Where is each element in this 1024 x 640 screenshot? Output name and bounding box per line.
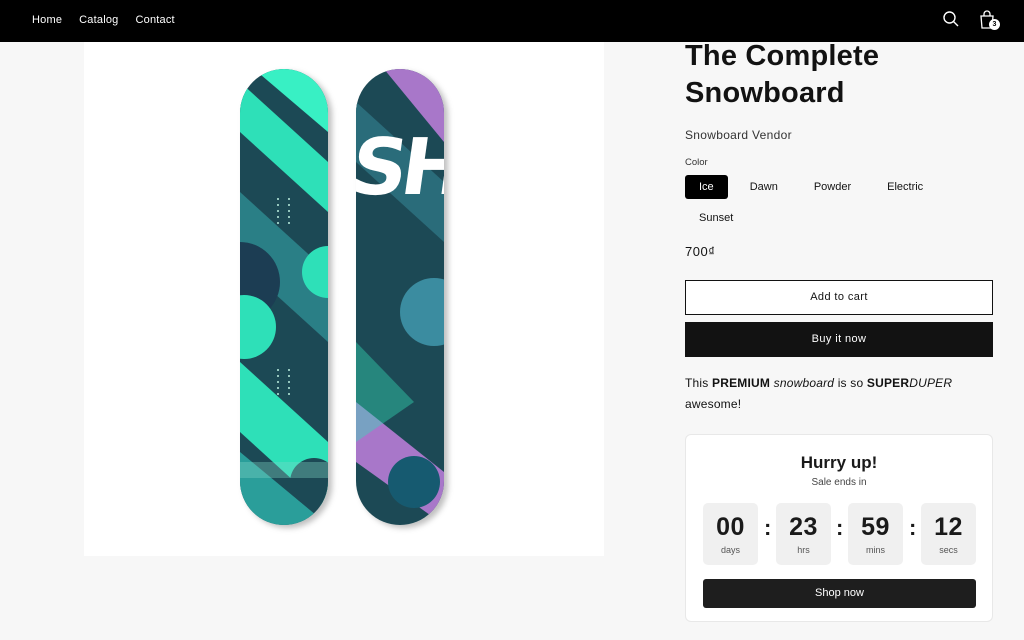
color-options: Ice Dawn Powder Electric Sunset (685, 175, 993, 237)
countdown-subtitle: Sale ends in (811, 477, 867, 488)
product-price: 700₫ (685, 244, 716, 259)
color-option-dawn[interactable]: Dawn (736, 175, 792, 199)
color-option-ice[interactable]: Ice (685, 175, 728, 199)
countdown-title: Hurry up! (800, 453, 878, 472)
countdown-days: 00 days (703, 503, 758, 565)
countdown-timer: 00 days : 23 hrs : 59 mins : 12 secs (703, 503, 976, 565)
buy-now-button[interactable]: Buy it now (685, 322, 993, 357)
countdown-seconds: 12 secs (921, 503, 976, 565)
board-brand-text: SHOPIFY (345, 122, 604, 213)
nav-link-catalog[interactable]: Catalog (79, 14, 118, 26)
product-vendor: Snowboard Vendor (685, 128, 792, 142)
add-to-cart-button[interactable]: Add to cart (685, 280, 993, 315)
cart-count-badge: 3 (989, 19, 1000, 30)
nav-link-home[interactable]: Home (32, 14, 62, 26)
header-icons: 3 (940, 8, 1000, 30)
main-nav: Home Catalog Contact (32, 0, 192, 40)
product-description: This PREMIUM snowboard is so SUPERDUPER … (685, 376, 953, 411)
nav-link-contact[interactable]: Contact (135, 14, 174, 26)
shop-now-button[interactable]: Shop now (703, 579, 976, 608)
countdown-separator: : (764, 515, 772, 540)
product-title: The Complete Snowboard (685, 40, 880, 109)
countdown-minutes: 59 mins (848, 503, 903, 565)
countdown-card: Hurry up! Sale ends in 00 days : 23 hrs : … (685, 434, 993, 622)
countdown-hours: 23 hrs (776, 503, 831, 565)
search-icon[interactable] (940, 8, 962, 30)
snowboard-left (240, 69, 328, 525)
cart-icon[interactable]: 3 (976, 8, 1000, 30)
product-image[interactable]: SHOPIFY (84, 42, 604, 556)
countdown-separator: : (909, 515, 917, 540)
color-option-powder[interactable]: Powder (800, 175, 865, 199)
header-bar: Home Catalog Contact 3 (0, 0, 1024, 42)
color-option-sunset[interactable]: Sunset (685, 206, 747, 230)
countdown-separator: : (836, 515, 844, 540)
snowboard-right: SHOPIFY (345, 69, 604, 525)
color-label: Color (685, 157, 708, 168)
product-info: The Complete Snowboard Snowboard Vendor … (685, 40, 993, 415)
color-option-electric[interactable]: Electric (873, 175, 937, 199)
